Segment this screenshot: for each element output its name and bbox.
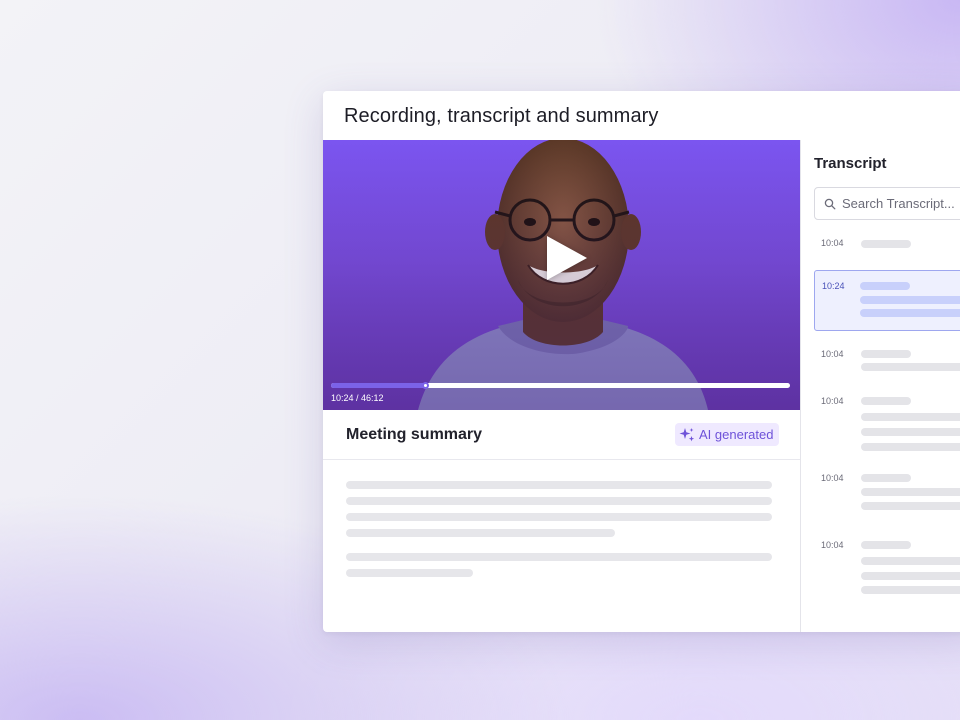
transcript-line [861, 413, 960, 421]
transcript-search-input[interactable] [842, 196, 960, 211]
summary-header: Meeting summary AI generated [323, 410, 800, 460]
transcript-line [861, 428, 960, 436]
progress-handle[interactable] [422, 382, 430, 389]
transcript-line [861, 350, 911, 358]
progress-fill [331, 383, 426, 388]
transcript-line [860, 296, 960, 304]
transcript-entry[interactable]: 10:04 [814, 237, 960, 251]
summary-line [346, 513, 772, 521]
transcript-timestamp: 10:04 [821, 396, 844, 406]
transcript-title: Transcript [814, 155, 887, 172]
transcript-timestamp: 10:04 [821, 349, 844, 359]
search-icon [824, 198, 836, 209]
summary-title: Meeting summary [346, 426, 483, 443]
video-player[interactable]: 10:24 / 46:12 [323, 140, 800, 410]
transcript-line [861, 557, 960, 565]
transcript-timestamp: 10:04 [821, 540, 844, 550]
transcript-entry[interactable]: 10:04 [814, 539, 960, 594]
summary-line [346, 553, 772, 561]
transcript-line [860, 309, 960, 317]
transcript-line [861, 572, 960, 580]
transcript-line [861, 541, 911, 549]
recording-card: Recording, transcript and summary 10:24 … [323, 91, 960, 632]
transcript-entry[interactable]: 10:04 [814, 395, 960, 451]
summary-line [346, 481, 772, 489]
transcript-line [860, 282, 910, 290]
panel-divider [800, 140, 801, 632]
transcript-line [861, 443, 960, 451]
transcript-entry[interactable]: 10:04 [814, 348, 960, 378]
transcript-entry-active[interactable]: 10:24 [814, 270, 960, 331]
transcript-timestamp: 10:24 [822, 281, 845, 291]
transcript-timestamp: 10:04 [821, 238, 844, 248]
transcript-line [861, 474, 911, 482]
transcript-timestamp: 10:04 [821, 473, 844, 483]
ai-badge-label: AI generated [699, 427, 774, 442]
transcript-line [861, 240, 911, 248]
sparkle-icon [679, 427, 695, 441]
video-timecode: 10:24 / 46:12 [331, 393, 384, 403]
transcript-line [861, 586, 960, 594]
transcript-line [861, 363, 960, 371]
ai-generated-badge: AI generated [675, 423, 780, 446]
summary-line [346, 529, 615, 537]
card-title: Recording, transcript and summary [344, 105, 659, 127]
play-button[interactable] [547, 236, 587, 280]
transcript-line [861, 502, 960, 510]
transcript-entry[interactable]: 10:04 [814, 472, 960, 512]
transcript-line [861, 397, 911, 405]
summary-line [346, 497, 772, 505]
summary-line [346, 569, 473, 577]
transcript-search[interactable] [814, 187, 960, 220]
video-progress-bar[interactable] [331, 382, 790, 389]
transcript-line [861, 488, 960, 496]
